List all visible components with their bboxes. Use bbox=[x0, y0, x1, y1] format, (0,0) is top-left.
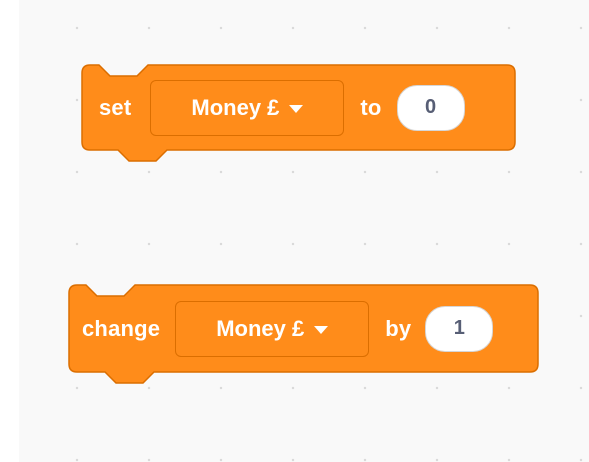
code-workspace[interactable]: set Money £ to 0 change Money £ by 1 bbox=[19, 0, 589, 462]
value-input[interactable]: 0 bbox=[396, 84, 465, 131]
value-text: 1 bbox=[453, 317, 465, 339]
variable-name: Money £ bbox=[191, 94, 280, 120]
change-variable-block[interactable]: change Money £ by 1 bbox=[68, 284, 540, 390]
caret-down-icon bbox=[314, 325, 329, 334]
value-text: 0 bbox=[425, 96, 437, 118]
value-input[interactable]: 1 bbox=[425, 305, 494, 352]
caret-down-icon bbox=[289, 104, 304, 113]
set-label: set bbox=[99, 94, 132, 120]
to-label: to bbox=[360, 94, 382, 120]
change-label: change bbox=[82, 315, 161, 341]
variable-dropdown[interactable]: Money £ bbox=[175, 300, 370, 357]
variable-name: Money £ bbox=[216, 315, 305, 341]
by-label: by bbox=[385, 315, 412, 341]
set-variable-block[interactable]: set Money £ to 0 bbox=[81, 64, 517, 170]
variable-dropdown[interactable]: Money £ bbox=[150, 79, 345, 136]
